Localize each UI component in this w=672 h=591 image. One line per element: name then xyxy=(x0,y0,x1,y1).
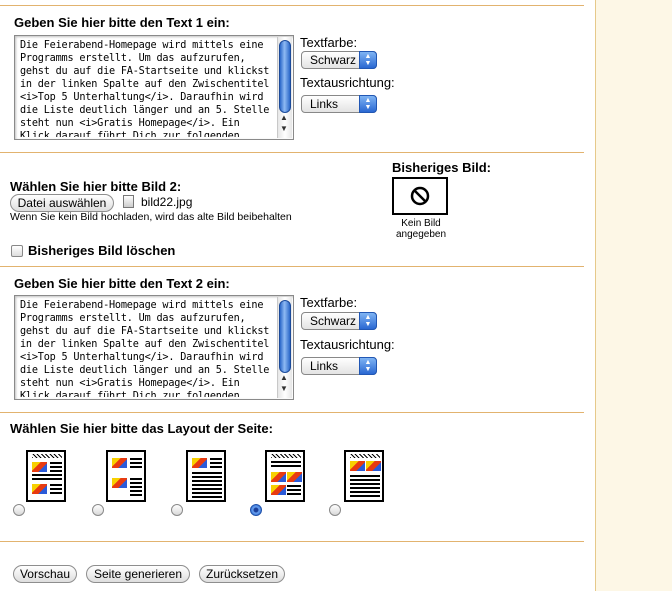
text-lines-icon xyxy=(287,485,301,497)
layout-radio-2[interactable] xyxy=(92,504,104,516)
text-lines-icon xyxy=(271,461,301,469)
text-lines-icon xyxy=(50,462,62,472)
wavy-line-icon xyxy=(32,454,62,458)
scroll-thumb[interactable] xyxy=(279,300,291,373)
preview-button[interactable]: Vorschau xyxy=(13,565,77,583)
text1-color-value: Schwarz xyxy=(310,53,357,67)
layout-option-2-icon[interactable] xyxy=(106,450,146,502)
choose-file-button[interactable]: Datei auswählen xyxy=(10,194,114,212)
text1-align-label: Textausrichtung: xyxy=(300,75,395,90)
select-stepper-icon: ▲ ▼ xyxy=(359,357,377,375)
right-side-panel xyxy=(595,0,672,591)
image-placeholder-icon xyxy=(32,462,47,472)
text-lines-icon xyxy=(350,475,380,497)
text-lines-icon xyxy=(210,458,222,468)
image-placeholder-icon xyxy=(271,485,286,495)
previous-image-preview xyxy=(392,177,448,215)
layout-radio-4[interactable] xyxy=(250,504,262,516)
image-placeholder-icon xyxy=(112,478,127,488)
text-lines-icon xyxy=(130,458,142,470)
generate-page-button[interactable]: Seite generieren xyxy=(86,565,190,583)
divider xyxy=(0,541,584,542)
image-placeholder-icon xyxy=(350,461,365,471)
scroll-down-arrow-icon[interactable]: ▼ xyxy=(280,385,288,393)
text1-content: Die Feierabend-Homepage wird mittels ein… xyxy=(20,40,270,137)
text-lines-icon xyxy=(130,478,142,496)
divider xyxy=(0,412,584,413)
file-icon xyxy=(123,195,134,208)
text1-align-select[interactable]: Links ▲ ▼ xyxy=(301,95,377,113)
no-image-icon xyxy=(410,186,430,206)
wavy-line-icon xyxy=(271,454,301,458)
scroll-up-arrow-icon[interactable]: ▲ xyxy=(280,114,288,122)
text1-scrollbar[interactable]: ▲ ▼ xyxy=(277,37,292,138)
delete-image-label: Bisheriges Bild löschen xyxy=(28,243,176,258)
file-name: bild22.jpg xyxy=(141,195,193,209)
scroll-down-arrow-icon[interactable]: ▼ xyxy=(280,125,288,133)
text-lines-icon xyxy=(32,474,62,482)
image-placeholder-icon xyxy=(271,472,286,482)
reset-button[interactable]: Zurücksetzen xyxy=(199,565,285,583)
text2-color-select[interactable]: Schwarz ▲ ▼ xyxy=(301,312,377,330)
layout-radio-3[interactable] xyxy=(171,504,183,516)
text-lines-icon xyxy=(50,484,62,496)
layout-heading: Wählen Sie hier bitte das Layout der Sei… xyxy=(10,421,273,436)
scroll-thumb[interactable] xyxy=(279,40,291,113)
select-stepper-icon: ▲ ▼ xyxy=(359,312,377,330)
layout-option-5-icon[interactable] xyxy=(344,450,384,502)
image2-hint: Wenn Sie kein Bild hochladen, wird das a… xyxy=(10,211,292,223)
image-placeholder-icon xyxy=(366,461,381,471)
text2-align-select[interactable]: Links ▲ ▼ xyxy=(301,357,377,375)
scroll-up-arrow-icon[interactable]: ▲ xyxy=(280,374,288,382)
text2-align-value: Links xyxy=(310,359,339,373)
text2-content: Die Feierabend-Homepage wird mittels ein… xyxy=(20,300,270,397)
text2-heading: Geben Sie hier bitte den Text 2 ein: xyxy=(14,276,230,291)
wavy-line-icon xyxy=(350,454,380,458)
image-placeholder-icon xyxy=(112,458,127,468)
divider xyxy=(0,152,584,153)
text1-textarea[interactable]: Die Feierabend-Homepage wird mittels ein… xyxy=(14,35,294,140)
image-placeholder-icon xyxy=(287,472,302,482)
select-stepper-icon: ▲ ▼ xyxy=(359,51,377,69)
divider xyxy=(0,266,584,267)
text2-scrollbar[interactable]: ▲ ▼ xyxy=(277,297,292,398)
image-placeholder-icon xyxy=(32,484,47,494)
text2-color-value: Schwarz xyxy=(310,314,357,328)
text1-align-value: Links xyxy=(310,97,339,111)
text1-heading: Geben Sie hier bitte den Text 1 ein: xyxy=(14,15,230,30)
text1-color-select[interactable]: Schwarz ▲ ▼ xyxy=(301,51,377,69)
delete-image-checkbox[interactable] xyxy=(11,245,23,257)
select-stepper-icon: ▲ ▼ xyxy=(359,95,377,113)
layout-radio-1[interactable] xyxy=(13,504,25,516)
image-placeholder-icon xyxy=(192,458,207,468)
layout-radio-5[interactable] xyxy=(329,504,341,516)
no-image-text: Kein Bild angegeben xyxy=(395,218,447,240)
text-lines-icon xyxy=(192,472,222,498)
divider xyxy=(0,5,584,6)
layout-option-1-icon[interactable] xyxy=(26,450,66,502)
image2-heading: Wählen Sie hier bitte Bild 2: xyxy=(10,179,182,194)
text1-color-label: Textfarbe: xyxy=(300,35,358,50)
previous-image-label: Bisheriges Bild: xyxy=(392,160,491,175)
layout-option-4-icon[interactable] xyxy=(265,450,305,502)
text2-textarea[interactable]: Die Feierabend-Homepage wird mittels ein… xyxy=(14,295,294,400)
text2-align-label: Textausrichtung: xyxy=(300,337,395,352)
text2-color-label: Textfarbe: xyxy=(300,295,358,310)
layout-option-3-icon[interactable] xyxy=(186,450,226,502)
